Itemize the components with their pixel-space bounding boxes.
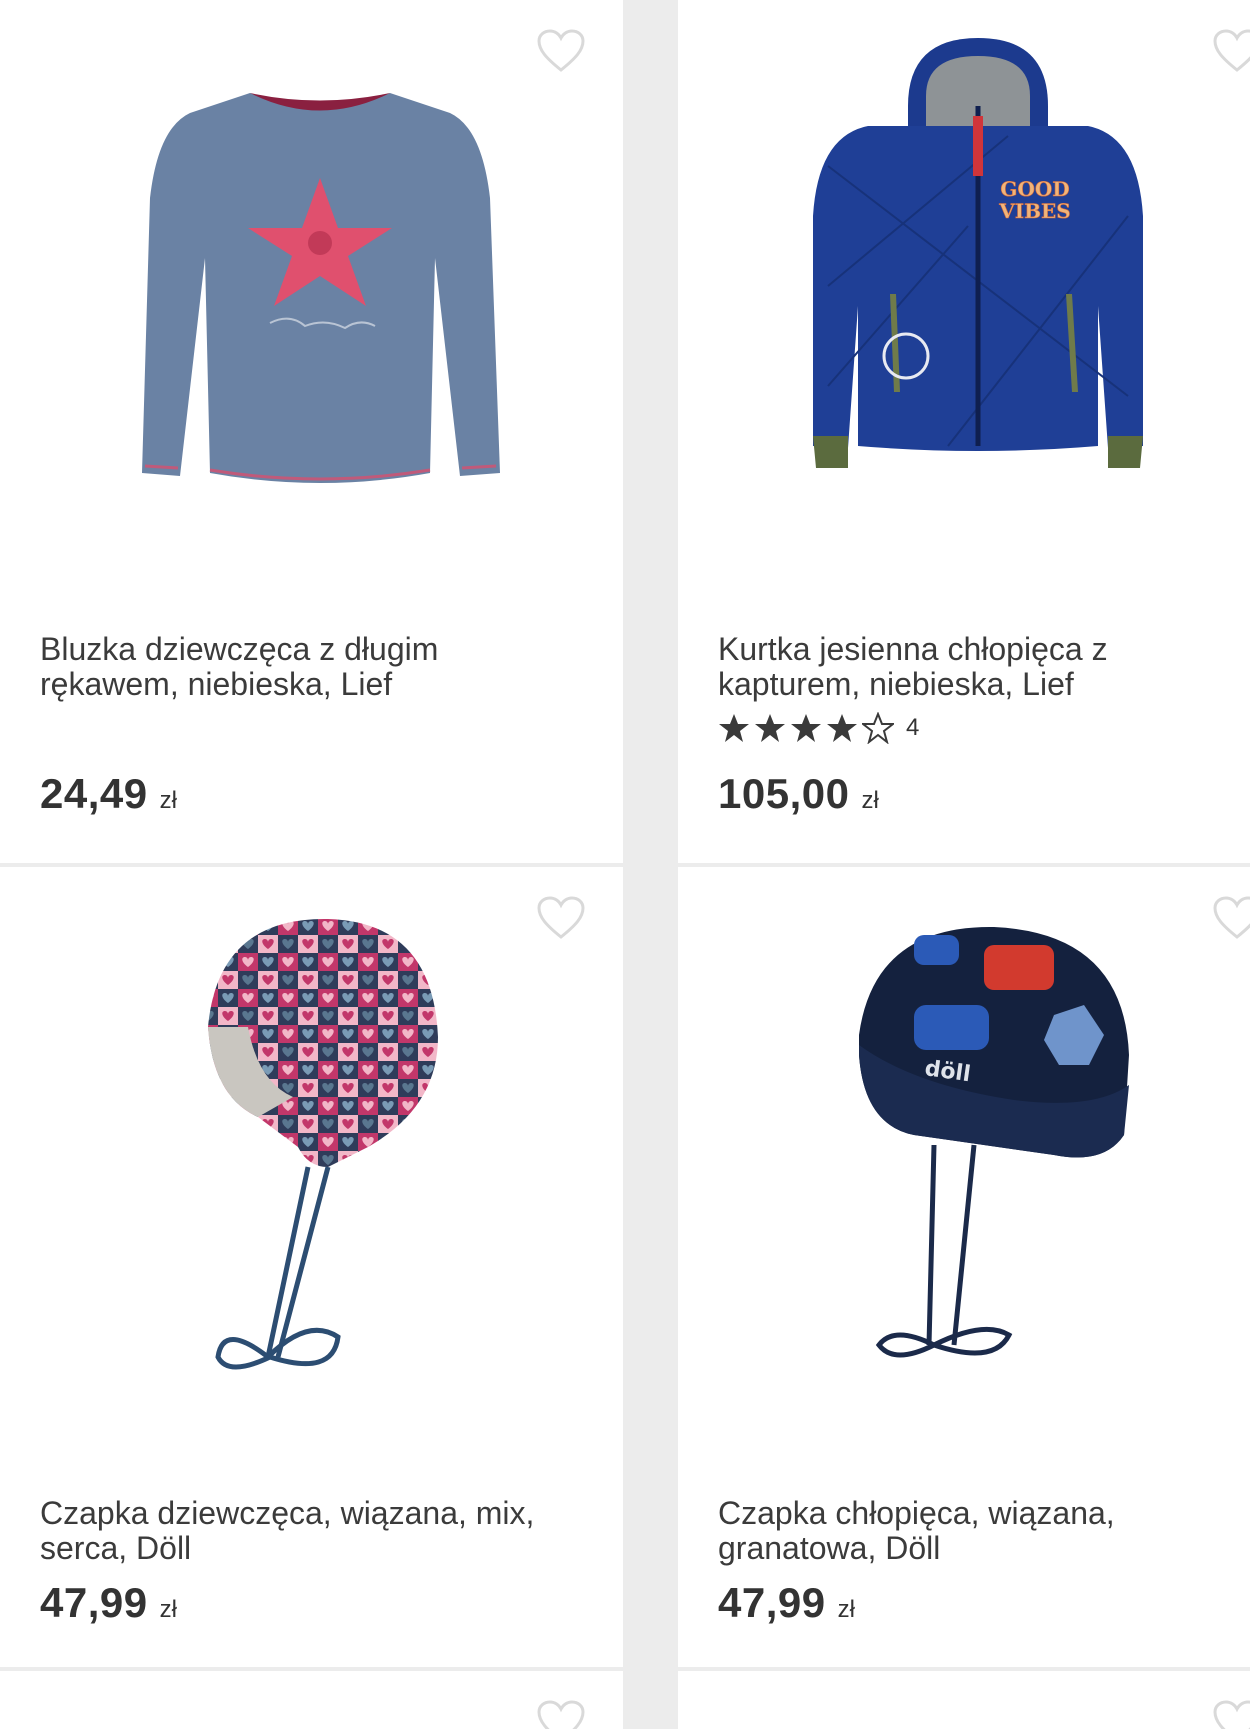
product-card[interactable]: Bluzka dziewczęca z długim rękawem, nieb… bbox=[0, 0, 623, 863]
star-filled-icon bbox=[827, 714, 857, 742]
product-image-hat-hearts[interactable] bbox=[198, 917, 448, 1377]
product-card-partial[interactable] bbox=[678, 1671, 1250, 1729]
price-currency: zł bbox=[159, 787, 177, 814]
product-title[interactable]: Czapka dziewczęca, wiązana, mix, serca, … bbox=[40, 1496, 580, 1566]
heart-icon[interactable] bbox=[536, 895, 586, 941]
star-filled-icon bbox=[755, 714, 785, 742]
price-currency: zł bbox=[837, 1596, 855, 1623]
price-value: 105,00 bbox=[718, 770, 850, 817]
heart-icon[interactable] bbox=[1212, 895, 1250, 941]
product-card[interactable]: Czapka dziewczęca, wiązana, mix, serca, … bbox=[0, 867, 623, 1667]
price-currency: zł bbox=[159, 1596, 177, 1623]
star-filled-icon bbox=[791, 714, 821, 742]
heart-icon[interactable] bbox=[1212, 28, 1250, 74]
product-title[interactable]: Bluzka dziewczęca z długim rękawem, nieb… bbox=[40, 632, 580, 702]
jacket-patch-line1: GOOD bbox=[1000, 177, 1069, 201]
product-image-hat-monsters[interactable]: döll bbox=[854, 925, 1134, 1375]
product-price: 47,99 zł bbox=[718, 1579, 855, 1627]
product-rating: 4 bbox=[718, 712, 919, 744]
heart-icon[interactable] bbox=[536, 28, 586, 74]
jacket-patch-line2: VIBES bbox=[998, 199, 1070, 223]
product-grid: Bluzka dziewczęca z długim rękawem, nieb… bbox=[0, 0, 1250, 1729]
star-filled-icon bbox=[719, 714, 749, 742]
price-value: 47,99 bbox=[718, 1579, 826, 1626]
heart-icon[interactable] bbox=[1212, 1699, 1250, 1729]
product-card-partial[interactable] bbox=[0, 1671, 623, 1729]
star-empty-icon bbox=[862, 712, 894, 744]
rating-count: 4 bbox=[906, 714, 920, 741]
product-title[interactable]: Czapka chłopięca, wiązana, granatowa, Dö… bbox=[718, 1496, 1238, 1566]
price-value: 47,99 bbox=[40, 1579, 148, 1626]
product-image-shirt[interactable] bbox=[130, 78, 510, 488]
product-price: 105,00 zł bbox=[718, 770, 879, 818]
product-price: 24,49 zł bbox=[40, 770, 177, 818]
price-value: 24,49 bbox=[40, 770, 148, 817]
product-title[interactable]: Kurtka jesienna chłopięca z kapturem, ni… bbox=[718, 632, 1238, 702]
product-price: 47,99 zł bbox=[40, 1579, 177, 1627]
product-card[interactable]: döll Czapka chłopięca, wiązana, granatow… bbox=[678, 867, 1250, 1667]
price-currency: zł bbox=[861, 787, 879, 814]
product-card[interactable]: GOOD VIBES Kurtka jesienna chłopięca z k… bbox=[678, 0, 1250, 863]
product-image-jacket[interactable]: GOOD VIBES bbox=[808, 36, 1148, 472]
heart-icon[interactable] bbox=[536, 1699, 586, 1729]
